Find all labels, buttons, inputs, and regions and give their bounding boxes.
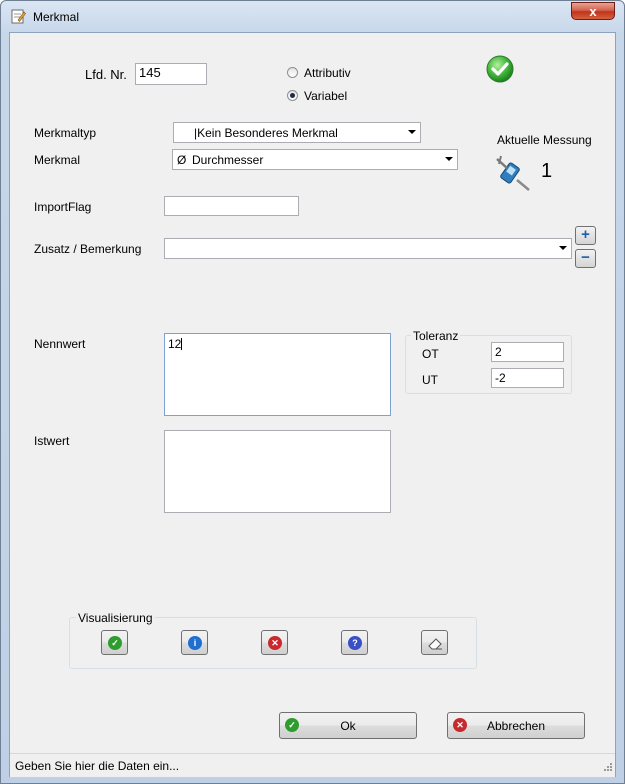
ut-label: UT (422, 373, 438, 387)
zusatz-label: Zusatz / Bemerkung (34, 242, 142, 256)
merkmal-label: Merkmal (34, 153, 81, 167)
window-title: Merkmal (33, 10, 80, 24)
visualisierung-title: Visualisierung (76, 611, 155, 625)
lfd-nr-input[interactable]: 145 (135, 63, 207, 85)
aktuelle-messung-label: Aktuelle Messung (497, 133, 592, 147)
green-check-status-icon (486, 55, 514, 83)
text-cursor (181, 338, 183, 350)
istwert-label: Istwert (34, 434, 70, 448)
cancel-button-label: Abbrechen (486, 719, 546, 733)
title-bar[interactable]: Merkmal x (1, 1, 624, 33)
importflag-input[interactable] (164, 196, 299, 216)
vis-check-button[interactable]: ✓ (101, 630, 128, 655)
radio-attributiv[interactable] (287, 67, 298, 78)
merkmaltyp-value: |Kein Besonderes Merkmal (194, 126, 338, 140)
toleranz-title: Toleranz (411, 329, 461, 343)
merkmal-value: Durchmesser (192, 153, 264, 167)
close-icon: x (589, 4, 597, 19)
zusatz-select[interactable] (164, 238, 572, 259)
eraser-icon (428, 638, 442, 650)
add-button[interactable]: + (575, 226, 596, 245)
ok-button-label: Ok (340, 719, 356, 733)
vis-info-button[interactable]: i (181, 630, 208, 655)
blue-question-icon: ? (348, 636, 362, 650)
lfd-nr-label: Lfd. Nr. (85, 67, 127, 82)
chevron-down-icon (408, 130, 416, 134)
merkmaltyp-select[interactable]: |Kein Besonderes Merkmal (173, 122, 421, 143)
nennwert-value: 12 (168, 337, 182, 351)
merkmaltyp-label: Merkmaltyp (34, 126, 97, 140)
resize-grip-icon[interactable] (602, 763, 613, 774)
radio-variabel-label[interactable]: Variabel (304, 89, 347, 103)
green-check-icon: ✓ (108, 636, 122, 650)
plus-icon: + (581, 226, 590, 243)
radio-attributiv-label[interactable]: Attributiv (304, 66, 351, 80)
blue-info-icon: i (188, 636, 202, 650)
radio-variabel[interactable] (287, 90, 298, 101)
close-button[interactable]: x (571, 2, 615, 20)
red-x-icon: ✕ (268, 636, 282, 650)
ot-label: OT (422, 347, 439, 361)
nennwert-label: Nennwert (34, 337, 86, 351)
caliper-icon (496, 155, 530, 191)
istwert-textarea[interactable] (164, 430, 391, 513)
vis-clear-button[interactable] (421, 630, 448, 655)
chevron-down-icon (559, 246, 567, 250)
merkmal-dialog: Merkmal x Lfd. Nr. 145 Attributiv Variab… (0, 0, 625, 784)
vis-error-button[interactable]: ✕ (261, 630, 288, 655)
importflag-label: ImportFlag (34, 200, 92, 214)
diameter-symbol: Ø (177, 153, 187, 167)
ot-input[interactable]: 2 (491, 342, 564, 362)
edit-document-icon (11, 9, 26, 24)
aktuelle-messung-value: 1 (541, 160, 553, 182)
status-text: Geben Sie hier die Daten ein... (15, 759, 180, 773)
ut-input[interactable]: -2 (491, 368, 564, 388)
status-bar: Geben Sie hier die Daten ein... (10, 753, 615, 777)
vis-help-button[interactable]: ? (341, 630, 368, 655)
nennwert-textarea[interactable]: 12 (164, 333, 391, 416)
cancel-button[interactable]: ✕ Abbrechen (447, 712, 585, 739)
remove-button[interactable]: − (575, 249, 596, 268)
ok-button[interactable]: ✓ Ok (279, 712, 417, 739)
merkmal-select[interactable]: Ø Durchmesser (172, 149, 458, 170)
dialog-body: Lfd. Nr. 145 Attributiv Variabel Merkmal… (9, 32, 616, 777)
minus-icon: − (581, 249, 590, 266)
chevron-down-icon (445, 157, 453, 161)
